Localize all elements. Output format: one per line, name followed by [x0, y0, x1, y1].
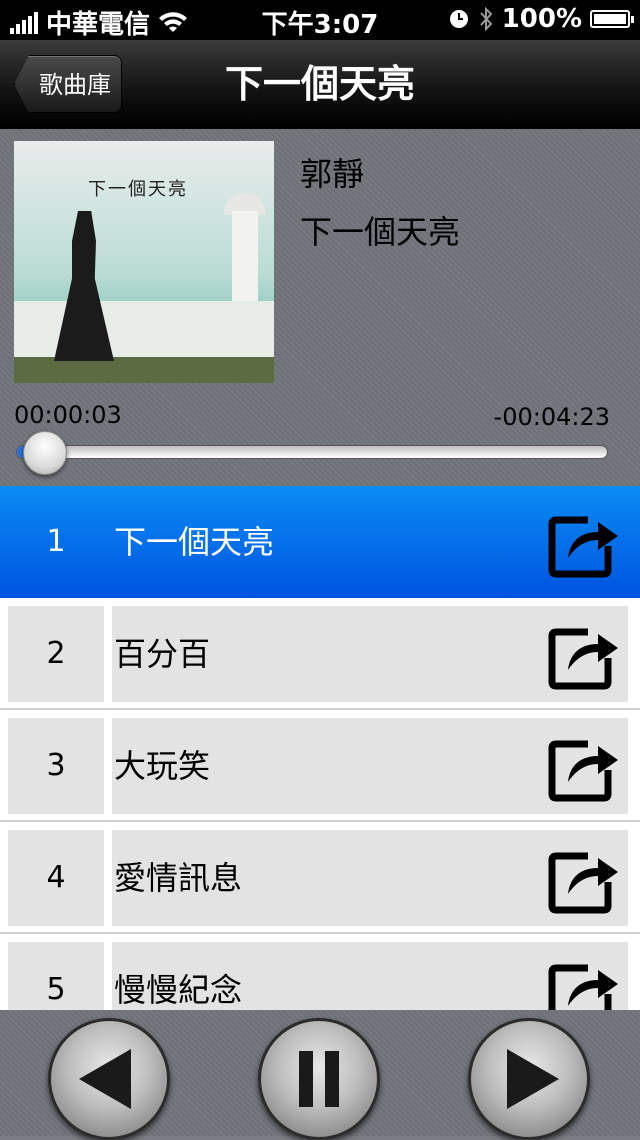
track-row[interactable]: 3 大玩笑	[0, 710, 640, 822]
now-playing-panel: 下一個天亮 郭靜 下一個天亮 00:00:03 -00:04:23	[0, 129, 640, 486]
ground	[14, 357, 274, 383]
album-title: 下一個天亮	[300, 213, 461, 251]
progress-slider[interactable]	[16, 445, 608, 459]
previous-icon	[79, 1049, 131, 1109]
status-bar: 中華電信 下午3:07 100%	[0, 0, 640, 40]
share-icon[interactable]	[548, 730, 620, 802]
album-art-title: 下一個天亮	[88, 179, 188, 200]
progress-slider-thumb[interactable]	[22, 431, 67, 475]
singer-figure	[54, 211, 114, 361]
track-number: 2	[46, 636, 66, 671]
battery-icon	[590, 10, 634, 28]
track-number: 4	[46, 860, 66, 895]
playback-controls	[0, 1010, 640, 1140]
wall	[14, 301, 274, 357]
alarm-clock-icon	[449, 10, 468, 28]
pause-button[interactable]	[258, 1018, 380, 1140]
page-title: 下一個天亮	[224, 62, 415, 106]
track-title: 下一個天亮	[114, 523, 275, 561]
elapsed-time: 00:00:03	[14, 401, 122, 429]
track-row[interactable]: 4 愛情訊息	[0, 822, 640, 934]
navigation-bar: 歌曲庫 下一個天亮	[0, 40, 640, 129]
next-button[interactable]	[468, 1018, 590, 1140]
bluetooth-icon	[479, 6, 493, 32]
share-icon[interactable]	[548, 618, 620, 690]
battery-percent: 100%	[501, 4, 582, 34]
track-title: 百分百	[114, 635, 211, 673]
share-icon[interactable]	[548, 506, 620, 578]
artist-name: 郭靜	[300, 155, 365, 193]
track-row[interactable]: 5 慢慢紀念	[0, 934, 640, 1010]
previous-button[interactable]	[48, 1018, 170, 1140]
track-title: 大玩笑	[114, 747, 211, 785]
pause-icon	[299, 1051, 339, 1107]
track-number: 1	[46, 524, 66, 559]
remaining-time: -00:04:23	[493, 403, 610, 431]
track-row[interactable]: 1 下一個天亮	[0, 486, 640, 598]
album-art: 下一個天亮	[14, 141, 274, 383]
track-title: 愛情訊息	[114, 859, 243, 897]
track-list[interactable]: 1 下一個天亮 2 百分百 3 大玩笑 4 愛情訊息 5 慢慢紀念	[0, 486, 640, 1010]
track-title: 慢慢紀念	[114, 971, 243, 1009]
track-number: 5	[46, 972, 66, 1007]
next-icon	[507, 1049, 559, 1109]
track-row[interactable]: 2 百分百	[0, 598, 640, 710]
share-icon[interactable]	[548, 842, 620, 914]
share-icon[interactable]	[548, 954, 620, 1010]
track-number: 3	[46, 748, 66, 783]
